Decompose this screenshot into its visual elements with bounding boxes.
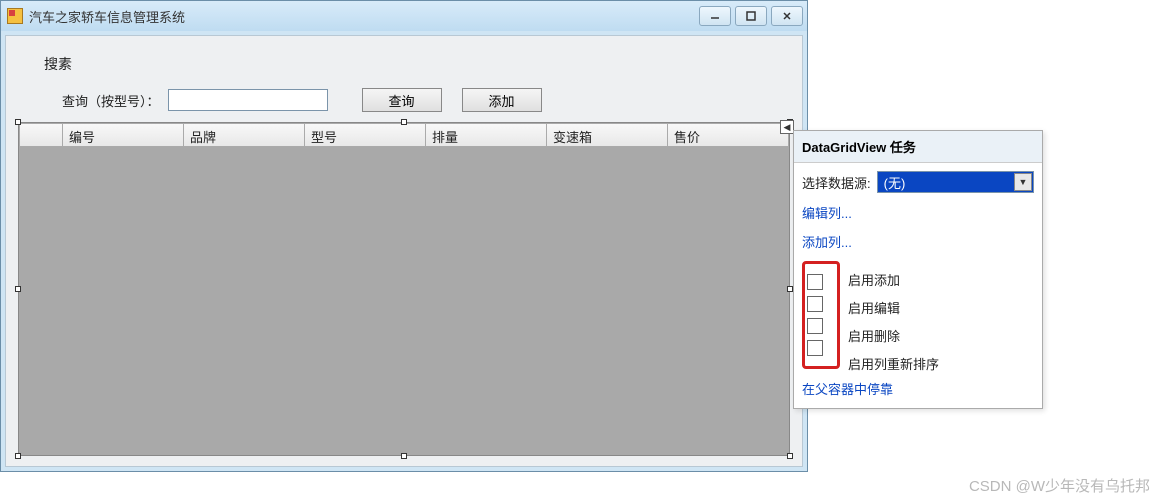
column-header[interactable]: 编号: [63, 123, 184, 147]
enable-edit-checkbox[interactable]: [807, 296, 823, 312]
checkbox-label: 启用添加: [848, 265, 939, 293]
app-icon: [7, 8, 23, 24]
enable-delete-checkbox[interactable]: [807, 318, 823, 334]
datasource-label: 选择数据源:: [802, 173, 871, 192]
column-header[interactable]: 品牌: [184, 123, 305, 147]
resize-handle[interactable]: [787, 453, 793, 459]
dock-link[interactable]: 在父容器中停靠: [802, 379, 1034, 398]
client-area: 搜素 查询（按型号）： 查询 添加 ◀ 编号 品牌 型号: [5, 35, 803, 467]
resize-handle[interactable]: [15, 453, 21, 459]
enable-reorder-checkbox[interactable]: [807, 340, 823, 356]
minimize-button[interactable]: [699, 6, 731, 26]
column-header[interactable]: 售价: [668, 123, 789, 147]
maximize-button[interactable]: [735, 6, 767, 26]
watermark-text: CSDN @W少年没有乌托邦: [969, 475, 1150, 496]
grid-header-row: 编号 品牌 型号 排量 变速箱 售价: [19, 123, 789, 147]
edit-columns-link[interactable]: 编辑列...: [802, 203, 1034, 222]
checkbox-label: 启用列重新排序: [848, 349, 939, 377]
resize-handle[interactable]: [401, 453, 407, 459]
datagrid-container: ◀ 编号 品牌 型号 排量 变速箱 售价: [18, 122, 790, 456]
checkbox-area: 启用添加 启用编辑 启用删除 启用列重新排序: [802, 261, 1034, 369]
query-button[interactable]: 查询: [362, 88, 442, 112]
checkbox-label: 启用编辑: [848, 293, 939, 321]
form-window: 汽车之家轿车信息管理系统 搜素 查询（按型号）： 查询 添加: [0, 0, 808, 472]
add-button[interactable]: 添加: [462, 88, 542, 112]
datasource-value: (无): [884, 173, 906, 192]
datasource-row: 选择数据源: (无) ▼: [802, 171, 1034, 193]
resize-handle[interactable]: [401, 119, 407, 125]
column-header[interactable]: 变速箱: [547, 123, 668, 147]
window-title: 汽车之家轿车信息管理系统: [29, 7, 185, 26]
highlighted-checkbox-group: [802, 261, 840, 369]
datagridview[interactable]: 编号 品牌 型号 排量 变速箱 售价: [18, 122, 790, 456]
datasource-combobox[interactable]: (无) ▼: [877, 171, 1034, 193]
search-section-label: 搜素: [44, 54, 790, 74]
titlebar: 汽车之家轿车信息管理系统: [1, 1, 807, 31]
resize-handle[interactable]: [15, 119, 21, 125]
close-button[interactable]: [771, 6, 803, 26]
window-controls: [695, 6, 807, 26]
chevron-down-icon: ▼: [1014, 173, 1032, 191]
row-header-corner: [19, 123, 63, 147]
resize-handle[interactable]: [15, 286, 21, 292]
enable-add-checkbox[interactable]: [807, 274, 823, 290]
query-label: 查询（按型号）：: [62, 91, 160, 110]
datagridview-tasks-panel: DataGridView 任务 选择数据源: (无) ▼ 编辑列... 添加列.…: [793, 130, 1043, 409]
task-panel-title: DataGridView 任务: [794, 131, 1042, 163]
query-input[interactable]: [168, 89, 328, 111]
add-column-link[interactable]: 添加列...: [802, 232, 1034, 251]
column-header[interactable]: 排量: [426, 123, 547, 147]
task-panel-body: 选择数据源: (无) ▼ 编辑列... 添加列... 启用添加 启用编辑 启用删…: [794, 163, 1042, 408]
column-header[interactable]: 型号: [305, 123, 426, 147]
smart-tag-button[interactable]: ◀: [780, 120, 794, 134]
checkbox-labels: 启用添加 启用编辑 启用删除 启用列重新排序: [848, 265, 939, 377]
checkbox-label: 启用删除: [848, 321, 939, 349]
search-row: 查询（按型号）： 查询 添加: [18, 88, 790, 112]
